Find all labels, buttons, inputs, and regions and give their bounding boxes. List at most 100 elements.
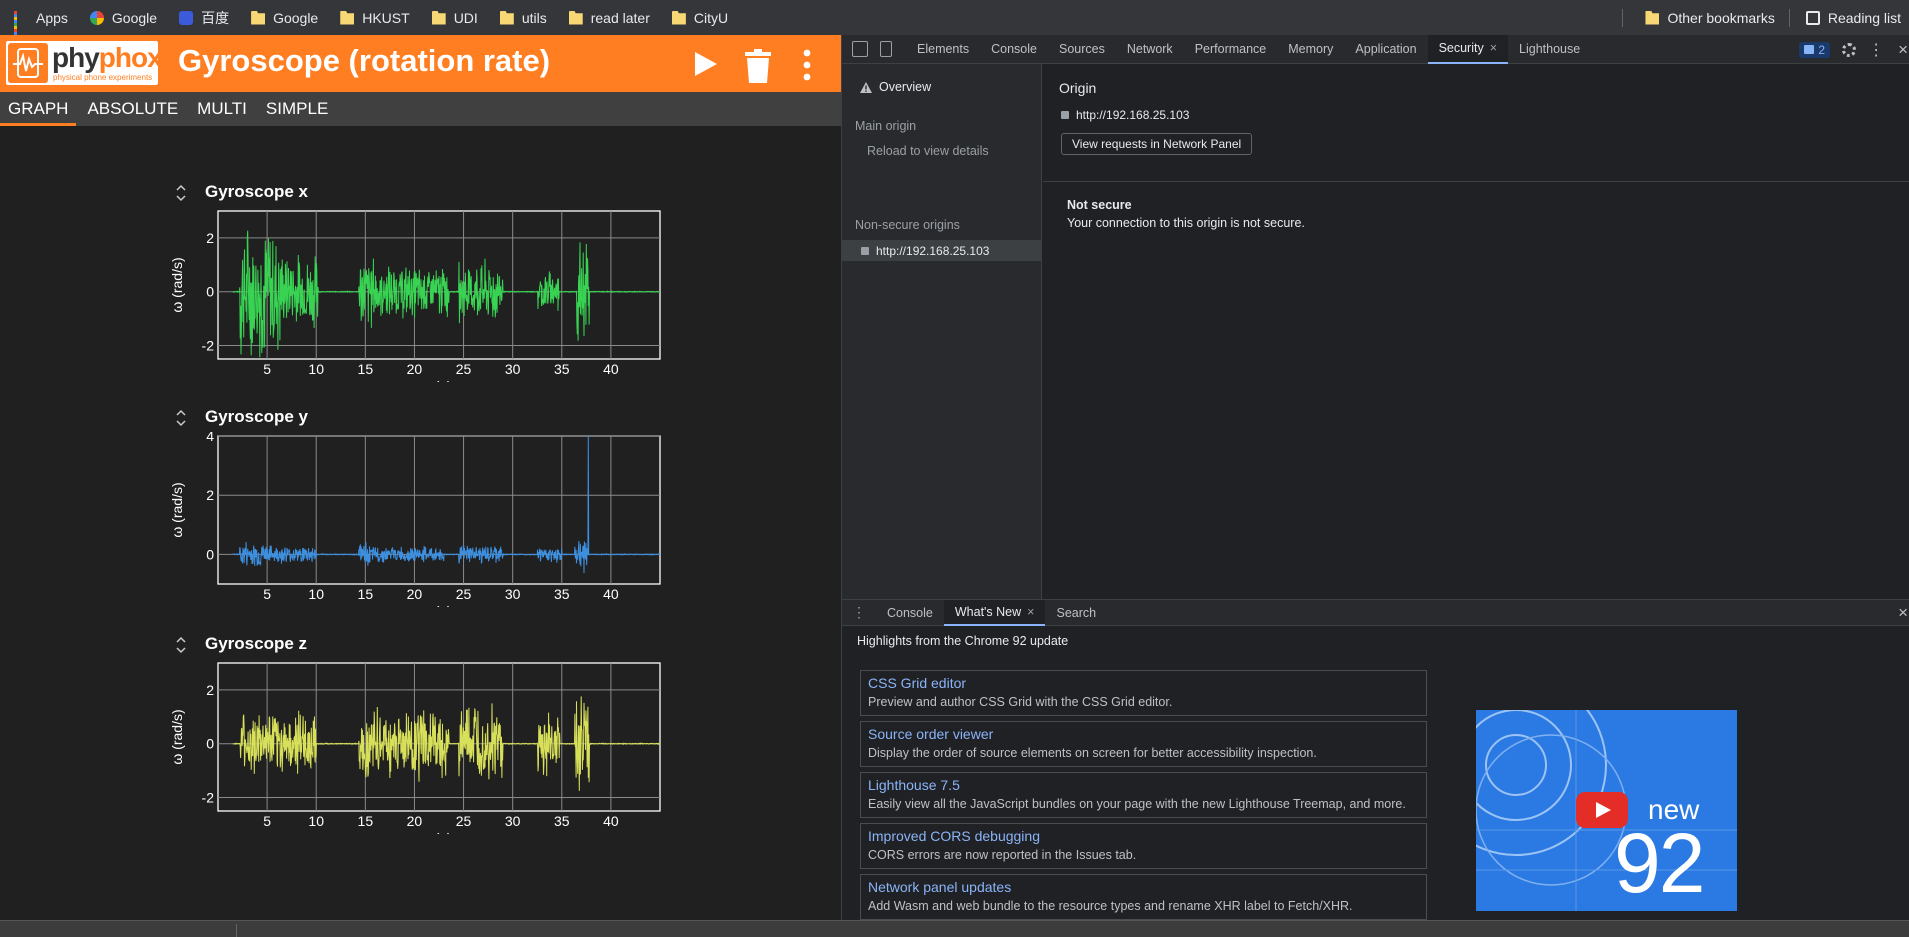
sidebar-item-nonsecure-origin[interactable]: http://192.168.25.103 [842,240,1041,261]
devtools-tab-network[interactable]: Network [1116,35,1184,64]
devtools-tab-application[interactable]: Application [1344,35,1427,64]
devtools-tab-elements[interactable]: Elements [906,35,980,64]
x-tick-label: 20 [407,586,423,602]
sidebar-item-overview[interactable]: Overview [859,80,931,94]
x-tick-label: 15 [358,586,374,602]
devtools-drawer: ⋮ Console What's New × Search × Highlight… [842,599,1909,920]
other-bookmarks[interactable]: Other bookmarks [1645,9,1775,26]
bookmark-folder-google[interactable]: Google [251,10,318,26]
bookmark-google[interactable]: Google [89,9,158,26]
devtools-tab-lighthouse[interactable]: Lighthouse [1508,35,1591,64]
close-tab-icon[interactable]: × [1490,41,1497,55]
drawer-tab-whats-new-label: What's New [954,604,1022,619]
drawer-tab-search[interactable]: Search [1045,600,1107,626]
x-tick-label: 25 [456,813,472,829]
bookmark-folder-hkust[interactable]: HKUST [340,9,410,26]
bookmark-folder-utils[interactable]: utils [499,10,547,26]
warning-icon [860,81,872,93]
whats-new-item[interactable]: CSS Grid editor Preview and author CSS G… [860,670,1427,716]
issues-badge[interactable]: 2 [1799,41,1831,58]
logo-word-phox: phox [98,42,163,73]
devtools-tab-performance[interactable]: Performance [1184,35,1278,64]
phyphox-app: phyphox physical phone experiments Gyros… [0,35,841,920]
y-tick-label: 4 [206,432,214,444]
devtools-tab-console[interactable]: Console [980,35,1048,64]
reading-list[interactable]: Reading list [1805,10,1901,26]
drawer-menu-icon[interactable]: ⋮ [852,604,866,621]
device-toolbar-icon[interactable] [880,41,892,57]
bookmark-folder-udi[interactable]: UDI [431,10,478,26]
security-status-title: Not secure [1067,198,1132,212]
tab-absolute[interactable]: ABSOLUTE [79,92,186,126]
nonsecure-heading: Non-secure origins [855,218,960,232]
tab-multi[interactable]: MULTI [189,92,255,126]
whats-new-item-title[interactable]: Improved CORS debugging [868,827,1419,846]
main-origin-reload[interactable]: Reload to view details [867,144,989,158]
gyroscope-x-chart[interactable]: 51015202530354020-2t (s)ω (rad/s) [170,207,670,382]
bookmark-label: Apps [36,9,68,26]
bookmark-folder-read-later[interactable]: read later [568,9,650,26]
close-tab-icon[interactable]: × [1027,605,1034,619]
y-tick-label: 0 [206,546,214,562]
drawer-tab-console[interactable]: Console [876,600,944,626]
expand-toggle-icon[interactable] [176,184,186,202]
whats-new-item-title[interactable]: CSS Grid editor [868,674,1419,693]
x-tick-label: 40 [603,361,619,377]
expand-toggle-icon[interactable] [176,409,186,427]
bookmark-label: read later [590,9,650,26]
more-vertical-icon[interactable]: ⋮ [1868,40,1884,60]
devtools-tab-security[interactable]: Security × [1427,34,1509,64]
drawer-tab-whats-new[interactable]: What's New × [943,599,1046,626]
more-menu-button[interactable] [797,49,817,81]
x-tick-label: 10 [308,361,324,377]
play-button[interactable] [690,49,720,79]
close-devtools-icon[interactable]: × [1898,40,1908,60]
whats-new-item[interactable]: Network panel updates Add Wasm and web b… [860,874,1427,920]
view-requests-button[interactable]: View requests in Network Panel [1061,133,1253,155]
x-tick-label: 25 [456,586,472,602]
other-bookmarks-label: Other bookmarks [1667,9,1775,26]
security-main: Origin http://192.168.25.103 View reques… [1043,64,1909,599]
bookmark-label: CityU [693,9,729,26]
bookmark-baidu[interactable]: 百度 [179,8,229,28]
whats-new-item[interactable]: Improved CORS debugging CORS errors are … [860,823,1427,869]
delete-button[interactable] [743,49,773,83]
overview-label: Overview [879,80,932,94]
origin-label: Origin [1059,80,1097,96]
divider [1622,8,1624,27]
folder-icon [431,10,446,25]
whats-new-item-title[interactable]: Source order viewer [868,725,1419,744]
tab-graph[interactable]: GRAPH [0,92,77,126]
inspect-element-icon[interactable] [852,41,868,57]
logo-tagline: physical phone experiments [53,73,153,82]
more-vertical-icon [803,49,811,81]
bookmark-label: HKUST [362,9,410,26]
x-tick-label: 35 [554,361,570,377]
devtools-tab-memory[interactable]: Memory [1277,35,1344,64]
google-icon [89,10,104,25]
bookmark-label: Google [111,9,158,26]
y-axis-label: ω (rad/s) [170,709,185,764]
close-drawer-icon[interactable]: × [1898,603,1908,623]
settings-gear-icon[interactable] [1842,42,1857,57]
expand-toggle-icon[interactable] [176,636,186,654]
devtools-tab-sources[interactable]: Sources [1048,35,1116,64]
whats-new-item[interactable]: Source order viewer Display the order of… [860,721,1427,767]
origin-url: http://192.168.25.103 [1076,108,1190,122]
whats-new-highlights: Highlights from the Chrome 92 update [857,634,1069,648]
data-series-line [232,230,661,358]
gyroscope-z-chart[interactable]: 51015202530354020-2t (s)ω (rad/s) [170,659,670,834]
x-axis-label: t (s) [426,379,452,382]
whats-new-item-title[interactable]: Lighthouse 7.5 [868,776,1419,795]
whats-new-item[interactable]: Lighthouse 7.5 Easily view all the JavaS… [860,772,1427,818]
bookmark-folder-cityu[interactable]: CityU [671,9,729,26]
whats-new-item-title[interactable]: Network panel updates [868,878,1419,897]
y-tick-label: -2 [202,790,215,806]
play-icon [695,52,717,76]
x-tick-label: 30 [505,361,521,377]
bookmark-apps[interactable]: Apps [14,9,68,38]
apps-grid-icon [14,10,28,38]
whats-new-video-thumbnail[interactable]: new 92 [1476,710,1737,911]
gyroscope-y-chart[interactable]: 510152025303540420t (s)ω (rad/s) [170,432,670,607]
tab-simple[interactable]: SIMPLE [258,92,336,126]
